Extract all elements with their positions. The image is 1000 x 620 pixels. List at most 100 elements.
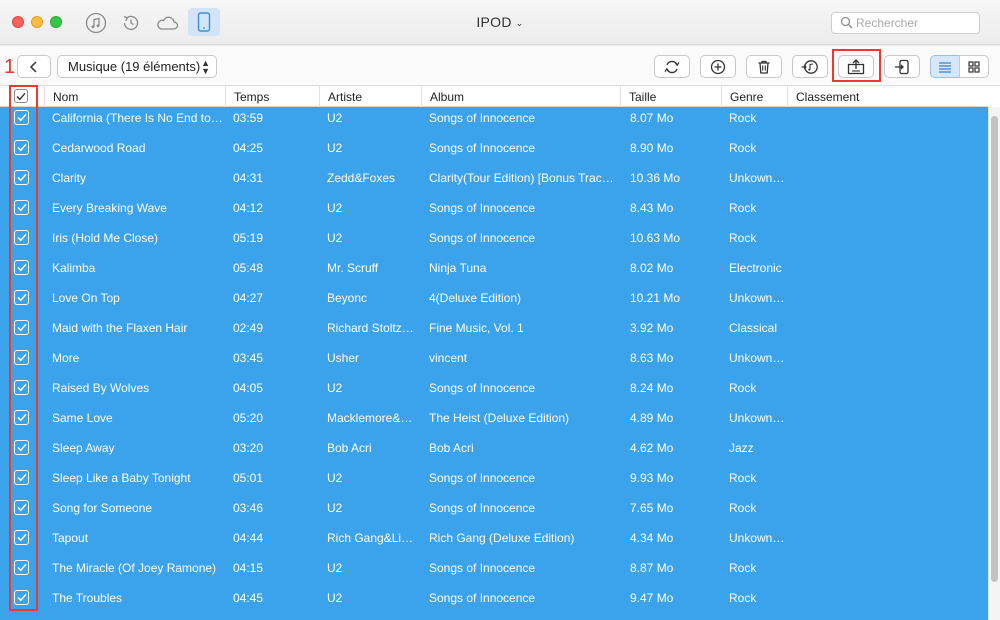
row-checkbox[interactable]: [14, 590, 29, 605]
add-button[interactable]: [700, 55, 736, 78]
table-row[interactable]: Love On Top 04:27 Beyonc 4(Deluxe Edition) 1…: [0, 287, 988, 317]
row-checkbox[interactable]: [14, 350, 29, 365]
table-row[interactable]: Cedarwood Road 04:25 U2 Songs of Innocence 8…: [0, 137, 988, 167]
row-checkbox[interactable]: [14, 530, 29, 545]
cell-artist: U2: [327, 231, 343, 245]
checkbox-checked[interactable]: [14, 290, 29, 305]
back-button[interactable]: [17, 55, 51, 78]
row-checkbox[interactable]: [14, 410, 29, 425]
to-itunes-button[interactable]: [792, 55, 828, 78]
select-all-checkbox[interactable]: [14, 89, 28, 103]
checkbox-checked[interactable]: [14, 380, 29, 395]
row-checkbox[interactable]: [14, 440, 29, 455]
checkbox-checked[interactable]: [14, 500, 29, 515]
checkbox-checked[interactable]: [14, 410, 29, 425]
table-row[interactable]: Iris (Hold Me Close) 05:19 U2 Songs of Inno…: [0, 227, 988, 257]
table-row[interactable]: More 03:45 Usher vincent 8.63 Mo Unkown…: [0, 347, 988, 377]
table-row[interactable]: Every Breaking Wave 04:12 U2 Songs of Innoc…: [0, 197, 988, 227]
checkbox-checked[interactable]: [14, 140, 29, 155]
column-header-temps[interactable]: Temps: [225, 86, 319, 107]
table-row[interactable]: Maid with the Flaxen Hair 02:49 Richard St…: [0, 317, 988, 347]
column-header-nom[interactable]: Nom: [44, 86, 225, 107]
send-to-device-icon: [895, 59, 909, 74]
header-select-all[interactable]: [0, 86, 44, 107]
cell-album: Songs of Innocence: [429, 111, 536, 125]
column-header-genre[interactable]: Genre: [721, 86, 787, 107]
checkbox-checked[interactable]: [14, 110, 29, 125]
annotation-marker-1: 1: [4, 56, 16, 78]
cell-size: 3.92 Mo: [630, 321, 674, 335]
cell-duration: 05:20: [233, 411, 264, 425]
table-row[interactable]: The Troubles 04:45 U2 Songs of Innocence 9.4…: [0, 587, 988, 617]
checkbox-checked[interactable]: [14, 320, 29, 335]
row-checkbox[interactable]: [14, 470, 29, 485]
category-select[interactable]: Musique (19 éléments) ▲ ▼: [57, 55, 217, 78]
checkmark-icon: [16, 293, 27, 302]
column-header-taille[interactable]: Taille: [620, 86, 721, 107]
cell-album: 4(Deluxe Edition): [429, 291, 522, 305]
column-header-album[interactable]: Album: [421, 86, 620, 107]
checkbox-checked[interactable]: [14, 260, 29, 275]
row-checkbox[interactable]: [14, 320, 29, 335]
cell-size: 8.87 Mo: [630, 561, 674, 575]
export-button-highlight: [832, 49, 881, 82]
delete-button[interactable]: [746, 55, 782, 78]
cell-artist: Beyonc: [327, 291, 368, 305]
cell-duration: 02:49: [233, 321, 264, 335]
checkbox-checked[interactable]: [14, 170, 29, 185]
table-header: Nom Temps Artiste Album Taille Genre Cla…: [0, 86, 988, 107]
row-checkbox[interactable]: [14, 110, 29, 125]
search-placeholder: Rechercher: [856, 16, 919, 30]
search-input[interactable]: Rechercher: [831, 12, 980, 34]
cell-duration: 03:46: [233, 501, 264, 515]
checkbox-checked[interactable]: [14, 530, 29, 545]
table-row[interactable]: Same Love 05:20 Macklemore&R… The Heist (De…: [0, 407, 988, 437]
table-row[interactable]: Song for Someone 03:46 U2 Songs of Innocenc…: [0, 497, 988, 527]
table-row[interactable]: Sleep Like a Baby Tonight 05:01 U2 Songs of…: [0, 467, 988, 497]
cell-genre: Unkown…: [729, 531, 785, 545]
vertical-scrollbar[interactable]: [988, 107, 1000, 620]
checkmark-icon: [16, 563, 27, 572]
cell-genre: Rock: [729, 561, 757, 575]
table-row[interactable]: The Miracle (Of Joey Ramone) 04:15 U2 Songs…: [0, 557, 988, 587]
cell-artist: Zedd&Foxes: [327, 171, 396, 185]
column-header-classement[interactable]: Classement: [787, 86, 988, 107]
cell-album: Songs of Innocence: [429, 501, 536, 515]
checkbox-checked[interactable]: [14, 200, 29, 215]
checkmark-icon: [16, 473, 27, 482]
table-row[interactable]: California (There Is No End to… 03:59 U2 So…: [0, 107, 988, 137]
table-row[interactable]: Sleep Away 03:20 Bob Acri Bob Acri 4.62 Mo Ja…: [0, 437, 988, 467]
row-checkbox[interactable]: [14, 560, 29, 575]
checkbox-checked[interactable]: [14, 560, 29, 575]
table-row[interactable]: Clarity 04:31 Zedd&Foxes Clarity(Tour Editi…: [0, 167, 988, 197]
checkbox-checked[interactable]: [14, 230, 29, 245]
row-checkbox[interactable]: [14, 500, 29, 515]
grid-view-button[interactable]: [959, 55, 989, 78]
list-view-button[interactable]: [930, 55, 960, 78]
column-header-artiste[interactable]: Artiste: [319, 86, 421, 107]
row-checkbox[interactable]: [14, 200, 29, 215]
checkbox-checked[interactable]: [14, 590, 29, 605]
table-row[interactable]: Kalimba 05:48 Mr. Scruff Ninja Tuna 8.02 Mo E…: [0, 257, 988, 287]
row-checkbox[interactable]: [14, 260, 29, 275]
checkbox-checked[interactable]: [14, 470, 29, 485]
table-row[interactable]: Raised By Wolves 04:05 U2 Songs of Innocenc…: [0, 377, 988, 407]
cell-album: Clarity(Tour Edition) [Bonus Tracks]: [429, 171, 617, 185]
row-checkbox[interactable]: [14, 230, 29, 245]
checkbox-checked[interactable]: [14, 440, 29, 455]
cell-size: 8.07 Mo: [630, 111, 674, 125]
cell-size: 10.63 Mo: [630, 231, 681, 245]
row-checkbox[interactable]: [14, 380, 29, 395]
row-checkbox[interactable]: [14, 170, 29, 185]
refresh-button[interactable]: [654, 55, 690, 78]
checkmark-icon: [16, 443, 27, 452]
cell-album: vincent: [429, 351, 468, 365]
row-checkbox[interactable]: [14, 290, 29, 305]
checkbox-checked[interactable]: [14, 350, 29, 365]
cell-duration: 03:20: [233, 441, 264, 455]
send-to-device-button[interactable]: [884, 55, 920, 78]
checkmark-icon: [16, 323, 27, 332]
scrollbar-thumb[interactable]: [991, 116, 998, 582]
table-row[interactable]: Tapout 04:44 Rich Gang&Lil… Rich Gang (Delu…: [0, 527, 988, 557]
row-checkbox[interactable]: [14, 140, 29, 155]
